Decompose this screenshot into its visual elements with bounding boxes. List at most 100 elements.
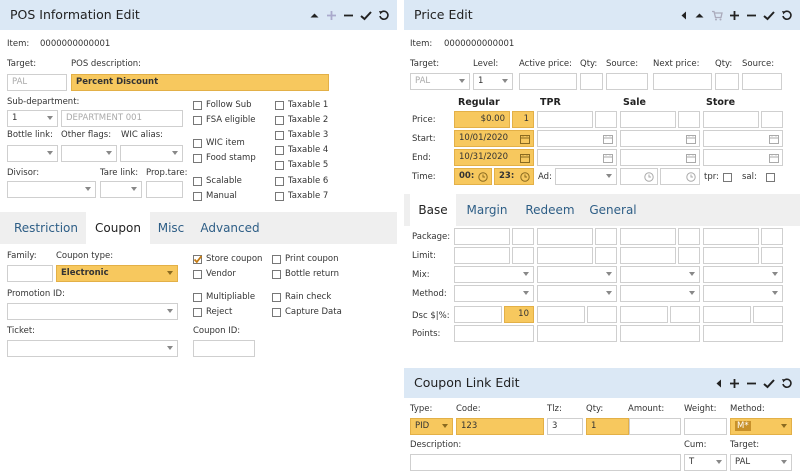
next-qty-field[interactable] [715, 73, 739, 90]
tpr-price-field[interactable] [537, 111, 593, 128]
store-price-field[interactable] [703, 111, 759, 128]
regular-time-start-field[interactable]: 00: [454, 168, 492, 185]
coupon-type-select[interactable]: Electronic [56, 265, 178, 282]
active-price-field[interactable] [519, 73, 577, 90]
collapse-up-icon[interactable] [309, 10, 320, 21]
package-store-field[interactable] [703, 228, 759, 245]
divisor-select[interactable] [7, 181, 96, 198]
subdept-name-field[interactable]: DEPARTMENT 001 [61, 110, 183, 127]
level-select[interactable]: 1 [473, 73, 513, 90]
bottle-link-select[interactable] [7, 145, 58, 162]
limit-tpr-field[interactable] [537, 247, 593, 264]
capture-data-checkbox[interactable]: Capture Data [272, 307, 342, 318]
package-regular-qty-field[interactable] [512, 228, 534, 245]
subdept-number-select[interactable]: 1 [7, 110, 58, 127]
tpr-start-field[interactable] [537, 130, 617, 147]
link-method-select[interactable]: M* [730, 418, 792, 435]
scalable-checkbox[interactable]: Scalable [193, 176, 242, 187]
package-tpr-qty-field[interactable] [595, 228, 617, 245]
remove-icon[interactable] [343, 10, 354, 21]
other-flags-select[interactable] [61, 145, 117, 162]
clock-icon[interactable] [478, 172, 488, 182]
active-qty-field[interactable] [580, 73, 603, 90]
tab-advanced[interactable]: Advanced [192, 212, 268, 244]
store-qty-field[interactable] [761, 111, 783, 128]
link-tlz-field[interactable]: 3 [547, 418, 583, 435]
mix-store-select[interactable] [703, 266, 783, 283]
points-sale-field[interactable] [620, 325, 700, 342]
bottle-return-checkbox[interactable]: Bottle return [272, 269, 339, 280]
method-store-select[interactable] [703, 285, 783, 302]
method-tpr-select[interactable] [537, 285, 617, 302]
vendor-checkbox[interactable]: Vendor [193, 269, 236, 280]
calendar-icon[interactable] [603, 153, 613, 163]
discount-sale-percent-field[interactable] [670, 306, 700, 323]
limit-store-qty-field[interactable] [761, 247, 783, 264]
next-source-field[interactable] [742, 73, 782, 90]
regular-start-field[interactable]: 10/01/2020 [454, 130, 534, 147]
ad-select[interactable] [555, 168, 617, 185]
prop-tare-field[interactable] [146, 181, 183, 198]
undo-icon[interactable] [781, 377, 792, 389]
check-icon[interactable] [763, 378, 775, 389]
store-start-field[interactable] [703, 130, 783, 147]
calendar-icon[interactable] [520, 134, 530, 144]
fsa-eligible-checkbox[interactable]: FSA eligible [193, 115, 256, 126]
tab-base[interactable]: Base [410, 194, 456, 226]
tab-margin[interactable]: Margin [456, 194, 518, 226]
prev-icon[interactable] [679, 10, 688, 21]
calendar-icon[interactable] [769, 153, 779, 163]
active-source-field[interactable] [606, 73, 648, 90]
link-target-select[interactable]: PAL [730, 454, 792, 471]
limit-sale-qty-field[interactable] [678, 247, 700, 264]
regular-qty-field[interactable]: 1 [512, 111, 534, 128]
manual-checkbox[interactable]: Manual [193, 191, 237, 202]
check-icon[interactable] [763, 10, 775, 21]
next-price-field[interactable] [653, 73, 712, 90]
discount-store-amount-field[interactable] [703, 306, 751, 323]
discount-sale-amount-field[interactable] [620, 306, 668, 323]
calendar-icon[interactable] [603, 134, 613, 144]
link-qty-field[interactable]: 1 [586, 418, 629, 435]
tab-misc[interactable]: Misc [150, 212, 192, 244]
clock-icon[interactable] [644, 172, 654, 182]
discount-store-percent-field[interactable] [753, 306, 783, 323]
print-coupon-checkbox[interactable]: Print coupon [272, 254, 339, 265]
tare-link-select[interactable] [100, 181, 142, 198]
sale-end-field[interactable] [620, 149, 700, 166]
limit-regular-qty-field[interactable] [512, 247, 534, 264]
tab-restriction[interactable]: Restriction [6, 212, 86, 244]
link-weight-field[interactable] [684, 418, 727, 435]
tpr-flag-checkbox[interactable] [723, 173, 732, 182]
clock-icon[interactable] [686, 172, 696, 182]
tab-redeem[interactable]: Redeem [518, 194, 582, 226]
add-icon[interactable] [729, 10, 740, 21]
package-sale-qty-field[interactable] [678, 228, 700, 245]
taxable-1-checkbox[interactable]: Taxable 1 [275, 100, 328, 111]
regular-end-field[interactable]: 10/31/2020 [454, 149, 534, 166]
collapse-up-icon[interactable] [694, 10, 705, 21]
multipliable-checkbox[interactable]: Multipliable [193, 292, 255, 303]
family-field[interactable] [7, 265, 53, 282]
points-tpr-field[interactable] [537, 325, 617, 342]
promotion-id-select[interactable] [7, 303, 178, 320]
food-stamp-checkbox[interactable]: Food stamp [193, 153, 256, 164]
mix-tpr-select[interactable] [537, 266, 617, 283]
remove-icon[interactable] [746, 10, 757, 21]
taxable-3-checkbox[interactable]: Taxable 3 [275, 130, 328, 141]
remove-icon[interactable] [746, 378, 757, 389]
link-type-select[interactable]: PID [410, 418, 453, 435]
tpr-end-field[interactable] [537, 149, 617, 166]
taxable-7-checkbox[interactable]: Taxable 7 [275, 191, 328, 202]
method-regular-select[interactable] [454, 285, 534, 302]
sal-flag-checkbox[interactable] [766, 173, 775, 182]
store-coupon-checkbox[interactable]: Store coupon [193, 254, 262, 265]
sale-time-start-field[interactable] [620, 168, 658, 185]
points-store-field[interactable] [703, 325, 783, 342]
limit-sale-field[interactable] [620, 247, 676, 264]
check-icon[interactable] [360, 10, 372, 21]
wic-item-checkbox[interactable]: WIC item [193, 138, 245, 149]
pos-description-field[interactable]: Percent Discount [71, 74, 329, 91]
sale-price-field[interactable] [620, 111, 676, 128]
taxable-2-checkbox[interactable]: Taxable 2 [275, 115, 328, 126]
